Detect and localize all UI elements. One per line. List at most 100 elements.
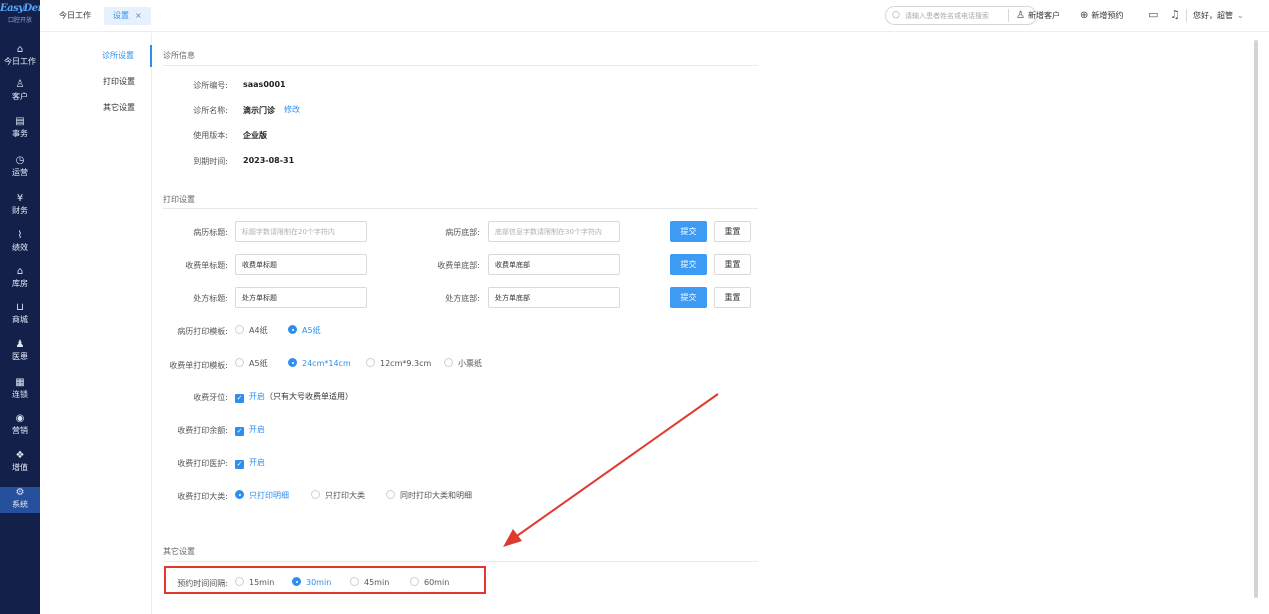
receipt-template-radio-2[interactable]: 12cm*9.3cm: [366, 358, 431, 370]
receipt-template-radio-label: 小票纸: [458, 359, 482, 368]
close-icon[interactable]: ×: [135, 11, 142, 20]
bell-icon[interactable]: ♫: [1170, 8, 1180, 21]
section-title-clinic: 诊所信息: [163, 51, 195, 60]
print-row-right-label: 病历底部:: [445, 228, 480, 237]
submenu-print-settings[interactable]: 打印设置: [40, 71, 151, 93]
nav-item-10[interactable]: ◉ 营销: [0, 413, 40, 439]
receipt-template-radio-0[interactable]: A5纸: [235, 358, 268, 370]
print-row-right-label: 处方底部:: [445, 294, 480, 303]
new-customer-button[interactable]: ♙ 新增客户: [1016, 9, 1060, 23]
search-input[interactable]: [905, 9, 1033, 22]
balance-on-text: 开启: [249, 425, 265, 434]
nav-item-label: 商城: [12, 315, 28, 324]
radio-icon: [235, 490, 244, 499]
clinic-name-label: 诊所名称:: [193, 106, 228, 115]
annotation-arrow-head: [503, 529, 522, 547]
new-appointment-label: 新增预约: [1091, 11, 1124, 20]
target-icon: ◉: [15, 413, 25, 424]
divider: [1186, 9, 1187, 22]
record-template-radio-label: A5纸: [302, 326, 321, 335]
gear-icon: ⚙: [15, 487, 25, 498]
submit-button[interactable]: 提交: [670, 287, 707, 308]
message-icon[interactable]: ▭: [1148, 8, 1158, 21]
submit-button[interactable]: 提交: [670, 254, 707, 275]
print-row-left-input[interactable]: [235, 254, 367, 275]
nurse-checkbox[interactable]: ✓ 开启: [235, 457, 265, 469]
divider: [163, 65, 758, 66]
greeting-label: 您好，超管: [1193, 11, 1233, 20]
annotation-arrow-line: [513, 393, 719, 539]
submenu-other-settings[interactable]: 其它设置: [40, 97, 151, 119]
print-category-radio-1[interactable]: 只打印大类: [311, 490, 365, 502]
record-template-radio-1[interactable]: A5纸: [288, 325, 321, 337]
receipt-template-label: 收费单打印模板:: [169, 361, 228, 370]
people-icon: ♟: [15, 339, 25, 350]
print-row-left-input[interactable]: [235, 287, 367, 308]
scrollbar[interactable]: [1254, 40, 1258, 598]
reset-button[interactable]: 重置: [714, 254, 751, 275]
print-category-radio-2[interactable]: 同时打印大类和明细: [386, 490, 472, 502]
print-row-left-label: 收费单标题:: [185, 261, 228, 270]
nav-item-label: 客户: [12, 92, 28, 101]
nav-item-11[interactable]: ❖ 增值: [0, 450, 40, 476]
nav-item-1[interactable]: ♙ 客户: [0, 79, 40, 105]
nav-item-label: 医患: [12, 352, 28, 361]
category-label: 收费打印大类:: [177, 492, 228, 501]
clock-icon: ◷: [15, 155, 25, 166]
nav-item-4[interactable]: ¥ 财务: [0, 193, 40, 219]
patient-search: ○: [885, 6, 1037, 25]
receipt-template-radio-1[interactable]: 24cm*14cm: [288, 358, 351, 370]
nav-item-5[interactable]: ⌇ 绩效: [0, 230, 40, 256]
nav-item-8[interactable]: ♟ 医患: [0, 339, 40, 365]
nav-item-9[interactable]: ▦ 连锁: [0, 377, 40, 403]
print-row-left-label: 处方标题:: [193, 294, 228, 303]
clinic-code-label: 诊所编号:: [193, 81, 228, 90]
reset-button[interactable]: 重置: [714, 287, 751, 308]
clock-add-icon: ⊕: [1080, 10, 1089, 21]
tab-today-work[interactable]: 今日工作: [50, 7, 100, 25]
submenu-clinic-settings[interactable]: 诊所设置: [40, 45, 152, 67]
print-row-left-input[interactable]: [235, 221, 367, 242]
chevron-down-icon: ⌄: [1237, 11, 1244, 20]
nav-item-12[interactable]: ⚙ 系统: [0, 487, 40, 513]
divider: [163, 561, 758, 562]
nav-item-0[interactable]: ⌂ 今日工作: [0, 44, 40, 70]
nav-item-label: 库房: [12, 279, 28, 288]
radio-icon: [235, 358, 244, 367]
brand-subtitle: 口腔开放: [7, 17, 32, 24]
tab-settings[interactable]: 设置 ×: [104, 7, 151, 25]
top-bar: 今日工作 设置 × ○ ♙新增客户 ⊕新增预约 ▭ ♫ 您好，超管 ⌄: [40, 0, 1269, 32]
user-add-icon: ♙: [1016, 10, 1025, 21]
print-row-right-input[interactable]: [488, 254, 620, 275]
print-row-right-input[interactable]: [488, 221, 620, 242]
edit-clinic-name-link[interactable]: 修改: [284, 104, 300, 115]
check-icon: ✓: [235, 394, 244, 403]
user-menu[interactable]: 您好，超管 ⌄: [1193, 9, 1244, 23]
print-row-right-input[interactable]: [488, 287, 620, 308]
nav-item-3[interactable]: ◷ 运营: [0, 155, 40, 181]
balance-label: 收费打印余额:: [177, 426, 228, 435]
record-template-radio-0[interactable]: A4纸: [235, 325, 268, 337]
settings-submenu: 诊所设置 打印设置 其它设置: [40, 33, 152, 614]
tab-label: 今日工作: [59, 11, 91, 20]
divider: [1008, 9, 1009, 22]
balance-checkbox[interactable]: ✓ 开启: [235, 424, 265, 436]
nav-item-6[interactable]: ⌂ 库房: [0, 266, 40, 292]
new-appointment-button[interactable]: ⊕ 新增预约: [1080, 9, 1123, 23]
chart-icon: ⌇: [17, 230, 23, 241]
radio-icon: [311, 490, 320, 499]
expire-label: 到期时间:: [193, 157, 228, 166]
reset-button[interactable]: 重置: [714, 221, 751, 242]
nav-item-2[interactable]: ▤ 事务: [0, 116, 40, 142]
submit-button[interactable]: 提交: [670, 221, 707, 242]
receipt-template-radio-label: 24cm*14cm: [302, 359, 351, 368]
finance-icon: ¥: [16, 193, 24, 204]
value-icon: ❖: [15, 450, 25, 461]
receipt-template-radio-3[interactable]: 小票纸: [444, 358, 482, 370]
print-category-radio-label: 只打印明细: [249, 491, 289, 500]
search-icon: ○: [892, 10, 900, 20]
tooth-checkbox[interactable]: ✓ 开启（只有大号收费单适用）: [235, 391, 353, 403]
nav-item-7[interactable]: ⊔ 商城: [0, 302, 40, 328]
radio-icon: [235, 325, 244, 334]
print-category-radio-0[interactable]: 只打印明细: [235, 490, 289, 502]
